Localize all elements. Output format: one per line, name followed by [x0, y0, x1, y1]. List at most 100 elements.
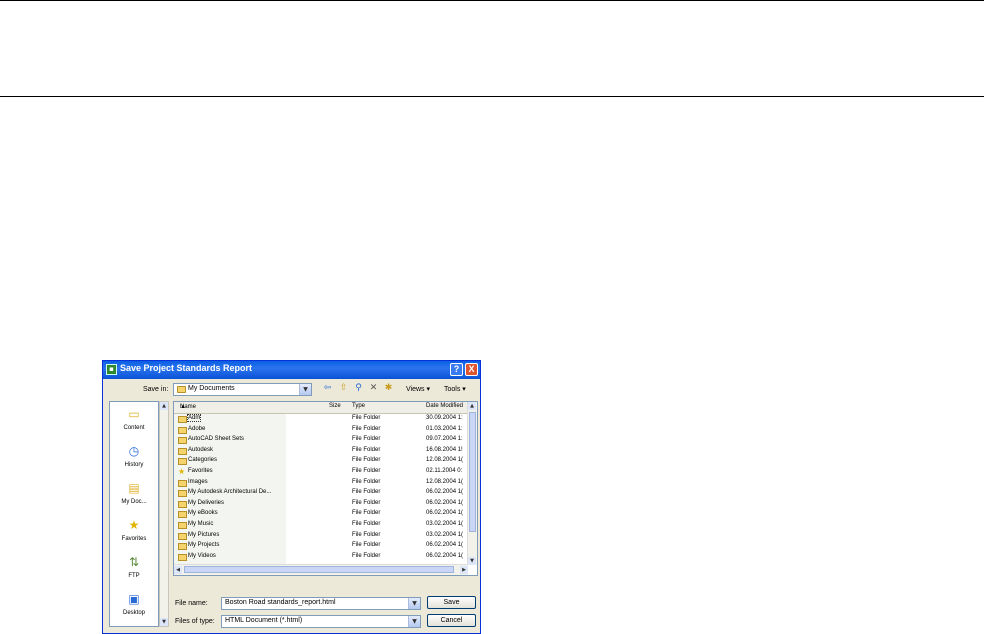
list-item[interactable]: Adobe File Folder 01.03.2004 1:	[174, 425, 468, 435]
list-horizontal-scrollbar[interactable]: ◀ ▶	[174, 564, 468, 575]
file-date: 06.02.2004 1(	[426, 542, 464, 549]
chevron-down-icon[interactable]: ▼	[408, 598, 420, 609]
place-label: My Doc...	[121, 499, 147, 505]
scroll-down-icon[interactable]: ▼	[468, 557, 476, 565]
file-type-value: HTML Document (*.html)	[225, 617, 303, 624]
back-icon[interactable]: ⇦	[322, 383, 333, 394]
place-history[interactable]: ◷ History	[110, 444, 158, 468]
list-item[interactable]: My Videos File Folder 06.02.2004 1(	[174, 552, 468, 562]
file-name: My Pictures	[188, 531, 220, 538]
list-item[interactable]: My eBooks File Folder 06.02.2004 1(	[174, 509, 468, 519]
sort-ascending-icon: ▲	[180, 404, 186, 410]
column-type[interactable]: Type	[352, 403, 365, 409]
file-date: 01.03.2004 1:	[426, 425, 463, 432]
file-name: Adm	[186, 414, 202, 422]
column-date[interactable]: Date Modified	[426, 403, 463, 409]
title-bar[interactable]: ▪ Save Project Standards Report ? X	[103, 361, 480, 379]
place-favorites[interactable]: ★ Favorites	[110, 518, 158, 542]
file-date: 03.02.2004 1(	[426, 521, 464, 527]
place-my-documents[interactable]: ▤ My Doc...	[110, 481, 158, 505]
ftp-icon: ⇅	[128, 555, 140, 569]
file-date: 06.02.2004 1(	[426, 510, 464, 517]
file-date: 12.08.2004 1(	[426, 478, 464, 485]
folder-icon: ▭	[128, 407, 140, 421]
file-type-dropdown[interactable]: ▼	[408, 616, 420, 627]
list-item[interactable]: Autodesk File Folder 16.08.2004 1!	[174, 446, 468, 456]
close-button[interactable]: X	[465, 363, 478, 376]
place-desktop[interactable]: ▣ Desktop	[110, 592, 158, 616]
file-date: 09.07.2004 1:	[426, 436, 463, 443]
file-name-label: File name:	[175, 600, 208, 607]
file-name-value: Boston Road standards_report.html	[225, 599, 336, 606]
file-name: AutoCAD Sheet Sets	[188, 436, 245, 443]
list-item[interactable]: My Projects File Folder 06.02.2004 1(	[174, 541, 468, 551]
file-date: 12.08.2004 1(	[426, 457, 464, 464]
app-icon: ▪	[106, 364, 117, 375]
tools-label: Tools	[444, 386, 461, 393]
file-type: File Folder	[352, 446, 381, 453]
list-item[interactable]: My Autodesk Architectural De... File Fold…	[174, 488, 468, 498]
file-name-dropdown[interactable]: ▼	[408, 598, 420, 609]
file-name: My Music	[188, 521, 214, 527]
list-item[interactable]: My Pictures File Folder 03.02.2004 1(	[174, 531, 468, 541]
list-vertical-scrollbar[interactable]: ▲ ▼	[467, 402, 477, 565]
list-item[interactable]: ★ Favorites File Folder 02.11.2004 0:	[174, 467, 468, 477]
search-web-icon[interactable]: ⚲	[353, 383, 364, 394]
folder-icon	[178, 479, 187, 487]
file-name: Favorites	[188, 468, 213, 474]
place-label: FTP	[128, 573, 140, 579]
scroll-down-icon[interactable]: ▼	[160, 618, 168, 626]
folder-icon	[178, 490, 187, 498]
cancel-button[interactable]: Cancel	[427, 614, 476, 627]
places-scrollbar[interactable]: ▲ ▼	[159, 401, 169, 627]
file-type: File Folder	[352, 510, 381, 517]
chevron-down-icon[interactable]: ▼	[299, 384, 311, 395]
file-name-field[interactable]: Boston Road standards_report.html ▼	[221, 597, 421, 610]
save-in-dropdown[interactable]: My Documents ▼	[173, 383, 312, 396]
history-icon: ◷	[128, 444, 140, 458]
scroll-up-icon[interactable]: ▲	[468, 402, 476, 410]
list-item[interactable]: Categories File Folder 12.08.2004 1(	[174, 456, 468, 466]
file-name: My Videos	[188, 552, 216, 559]
save-button[interactable]: Save	[427, 596, 476, 609]
file-name: My eBooks	[188, 510, 218, 517]
file-type: File Folder	[352, 521, 381, 527]
up-folder-icon[interactable]: ⇧	[338, 383, 349, 394]
list-item[interactable]: My Deliveries File Folder 06.02.2004 1(	[174, 499, 468, 509]
scroll-up-icon[interactable]: ▲	[160, 402, 168, 410]
folder-icon	[178, 511, 187, 519]
folder-icon	[178, 447, 187, 455]
folder-icon	[178, 500, 187, 508]
file-name: My Autodesk Architectural De...	[188, 489, 272, 496]
help-button[interactable]: ?	[450, 363, 463, 376]
file-type: File Folder	[352, 415, 381, 421]
column-size[interactable]: Size	[329, 403, 341, 409]
scroll-thumb[interactable]	[469, 412, 476, 532]
file-name: Categories	[188, 457, 218, 464]
scroll-thumb[interactable]	[184, 566, 454, 573]
file-date: 06.02.2004 1(	[426, 499, 464, 506]
list-item[interactable]: AutoCAD Sheet Sets File Folder 09.07.2004 …	[174, 435, 468, 445]
folder-icon	[178, 426, 187, 434]
file-type: File Folder	[352, 552, 381, 559]
list-item[interactable]: Adm File Folder 30.09.2004 1:	[174, 414, 468, 424]
chevron-down-icon[interactable]: ▼	[408, 616, 420, 627]
folder-icon	[178, 458, 187, 466]
place-label: Content	[123, 425, 145, 431]
scroll-right-icon[interactable]: ▶	[460, 566, 468, 574]
file-type-select[interactable]: HTML Document (*.html) ▼	[221, 615, 421, 628]
file-date: 02.11.2004 0:	[426, 468, 463, 474]
tools-menu[interactable]: Tools ▾	[444, 385, 466, 393]
file-type: File Folder	[352, 489, 381, 496]
delete-icon[interactable]: ✕	[368, 383, 379, 394]
new-folder-icon[interactable]: ✱	[383, 383, 394, 394]
place-label: Desktop	[122, 610, 145, 616]
views-menu[interactable]: Views ▾	[406, 385, 430, 393]
folder-icon	[177, 386, 186, 393]
place-content[interactable]: ▭ Content	[110, 407, 158, 431]
scroll-left-icon[interactable]: ◀	[174, 566, 182, 574]
list-item[interactable]: Images File Folder 12.08.2004 1(	[174, 478, 468, 488]
place-ftp[interactable]: ⇅ FTP	[110, 555, 158, 579]
list-item[interactable]: My Music File Folder 03.02.2004 1(	[174, 520, 468, 530]
file-name: My Projects	[188, 542, 220, 549]
